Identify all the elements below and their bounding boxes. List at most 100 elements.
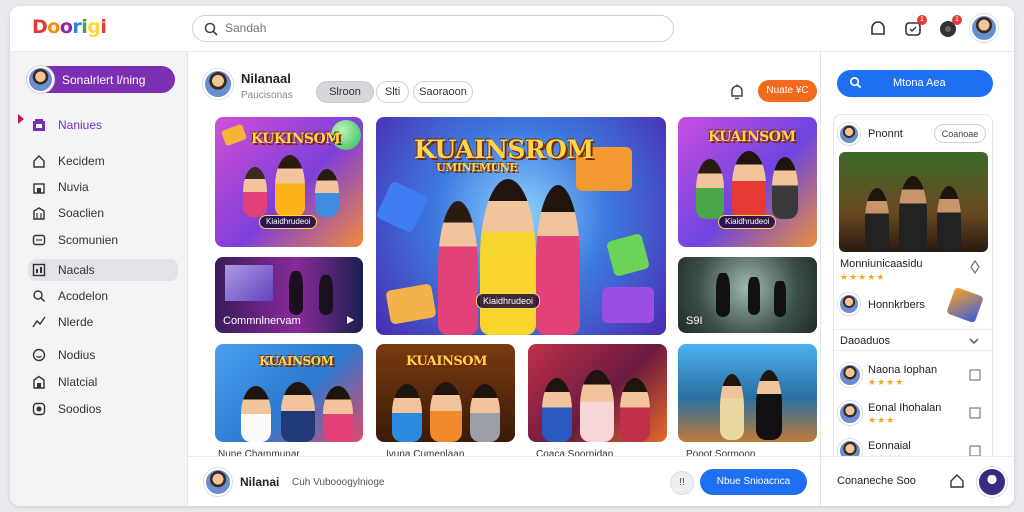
- sidebar-item-label: Nacals: [58, 263, 95, 277]
- subscribe-button[interactable]: Nuate ¥C: [758, 80, 817, 102]
- messages-icon[interactable]: 1: [903, 15, 927, 39]
- profile-avatar: [27, 66, 54, 93]
- channel-name: Nilanai: [240, 475, 280, 489]
- profile-label: Sonalrlert l/ning: [62, 73, 146, 87]
- user-avatar[interactable]: [970, 14, 998, 42]
- add-icon[interactable]: [968, 406, 982, 420]
- button-label: Mtona Aea: [893, 77, 946, 89]
- play-icon: [347, 316, 354, 324]
- apps-icon[interactable]: 1: [938, 15, 962, 39]
- chart-icon: [32, 316, 46, 328]
- search-input[interactable]: [225, 21, 645, 35]
- notification-badge: 1: [917, 15, 927, 25]
- sidebar-item-label: Scomunien: [58, 233, 119, 247]
- section-label: Daoaduos: [840, 335, 891, 347]
- grid-icon: [32, 263, 46, 277]
- tile-title: KUAINSOM: [708, 129, 796, 145]
- featured-video[interactable]: KUAINSROM UMINEMUNE Kiaidhrudeoi: [376, 117, 666, 335]
- filter-chip[interactable]: Saoraoon: [413, 81, 473, 103]
- item-rating: ★★★: [868, 415, 896, 425]
- person-figure: [774, 281, 786, 317]
- video-tile[interactable]: KUAINSOM: [215, 344, 363, 442]
- video-tile[interactable]: KUAINSOM: [376, 344, 515, 442]
- search-icon: [850, 77, 862, 89]
- main-content: Nilanaal Paucisonas Slroon Slti Saoraoon…: [188, 52, 820, 506]
- filter-chip[interactable]: Slroon: [316, 81, 374, 103]
- video-tile[interactable]: KUKINSOM Kiaidhrudeoi: [215, 117, 363, 247]
- app-logo[interactable]: Doorigi: [32, 16, 107, 38]
- item-avatar: [838, 293, 860, 315]
- header-chip[interactable]: Coanoae: [934, 124, 986, 143]
- game-block: [605, 232, 651, 278]
- channel-avatar[interactable]: [204, 468, 232, 496]
- video-tile[interactable]: [528, 344, 667, 442]
- person-figure: [315, 169, 339, 217]
- person-figure: [275, 155, 305, 217]
- person-figure: [536, 185, 580, 335]
- sidebar-item-smile[interactable]: Nodius: [28, 344, 178, 366]
- game-block: [602, 287, 654, 323]
- sidebar-item-label: Soaclien: [58, 206, 105, 220]
- card-header: Pnonnt Coanoae: [834, 121, 994, 147]
- header-avatar[interactable]: [838, 123, 860, 145]
- person-figure: [243, 167, 267, 217]
- channel-subtitle[interactable]: Paucisonas: [241, 90, 293, 101]
- chevron-down-icon: [969, 338, 979, 345]
- channel-name: Nilanaal: [241, 71, 291, 86]
- person-figure: [580, 370, 614, 442]
- channel-avatar[interactable]: [203, 69, 233, 99]
- sidebar-item-label: Soodios: [58, 402, 102, 416]
- sidebar-item-settings[interactable]: Soodios: [28, 398, 178, 420]
- video-tile[interactable]: Commnlnervam: [215, 257, 363, 333]
- featured-badge: Kiaidhrudeoi: [476, 293, 541, 309]
- video-tile[interactable]: S9I: [678, 257, 817, 333]
- list-item[interactable]: Honnkrbers: [834, 286, 994, 324]
- video-tile[interactable]: [678, 344, 817, 442]
- person-figure: [470, 384, 500, 442]
- sidebar-item-building[interactable]: Soaclien: [28, 202, 178, 224]
- sidebar-item-store[interactable]: Nuvia: [28, 176, 178, 198]
- sidebar-item-messages[interactable]: Scomunien: [28, 229, 178, 251]
- section-header[interactable]: Daoaduos: [834, 329, 994, 351]
- person-figure: [937, 186, 961, 252]
- feature-title: Monniunicaasidu: [840, 258, 923, 270]
- sidebar-item-chart[interactable]: Nlerde: [28, 311, 178, 333]
- notification-icon[interactable]: [868, 19, 888, 39]
- top-bar: Doorigi 1 1: [10, 6, 1014, 52]
- search-action-button[interactable]: Mtona Aea: [837, 70, 993, 97]
- channel-subtitle: Cuh Vubooogylnioge: [292, 477, 385, 488]
- person-figure: [241, 386, 271, 442]
- profile-button[interactable]: Sonalrlert l/ning: [26, 66, 175, 93]
- screen-shape: [225, 265, 273, 301]
- featured-thumbnail[interactable]: [839, 152, 988, 252]
- item-avatar: [838, 401, 862, 425]
- home-icon: [33, 155, 45, 168]
- user-avatar[interactable]: [977, 467, 1007, 497]
- video-tile[interactable]: KUAINSOM Kiaidhrudeoi: [678, 117, 817, 247]
- sidebar-item-label: Naniues: [58, 118, 103, 132]
- tile-caption: S9I: [686, 315, 703, 327]
- sidebar-item-library[interactable]: Naniues: [28, 114, 178, 136]
- sidebar-item-search[interactable]: Acodelon: [28, 285, 178, 307]
- sidebar-item-label: Nlerde: [58, 315, 94, 329]
- home-icon[interactable]: [949, 473, 965, 489]
- person-figure: [716, 273, 730, 317]
- search-bar[interactable]: [192, 15, 674, 42]
- app-window: Doorigi 1 1 Sonalrlert l/ning Naniues: [10, 6, 1014, 506]
- sidebar-item-label: Nuvia: [58, 180, 89, 194]
- library-icon: [33, 119, 45, 131]
- list-item[interactable]: Naona Iophan ★★★★: [834, 361, 994, 391]
- more-button[interactable]: !!: [670, 471, 694, 495]
- tile-badge: Kiaidhrudeoi: [259, 215, 318, 229]
- add-icon[interactable]: [968, 368, 982, 382]
- filter-chip[interactable]: Slti: [376, 81, 409, 103]
- item-name: Eonal Ihohalan: [868, 402, 942, 414]
- sidebar-item-shop[interactable]: Nlatcial: [28, 371, 178, 393]
- sidebar-item-grid[interactable]: Nacals: [28, 259, 178, 281]
- bell-icon[interactable]: [728, 83, 746, 101]
- sidebar-item-label: Acodelon: [58, 289, 109, 303]
- pin-icon[interactable]: [968, 260, 982, 274]
- list-item[interactable]: Eonal Ihohalan ★★★: [834, 399, 994, 429]
- sidebar-item-home[interactable]: Kecidem: [28, 150, 178, 172]
- primary-action-button[interactable]: Nbue Snioacnca: [700, 469, 807, 495]
